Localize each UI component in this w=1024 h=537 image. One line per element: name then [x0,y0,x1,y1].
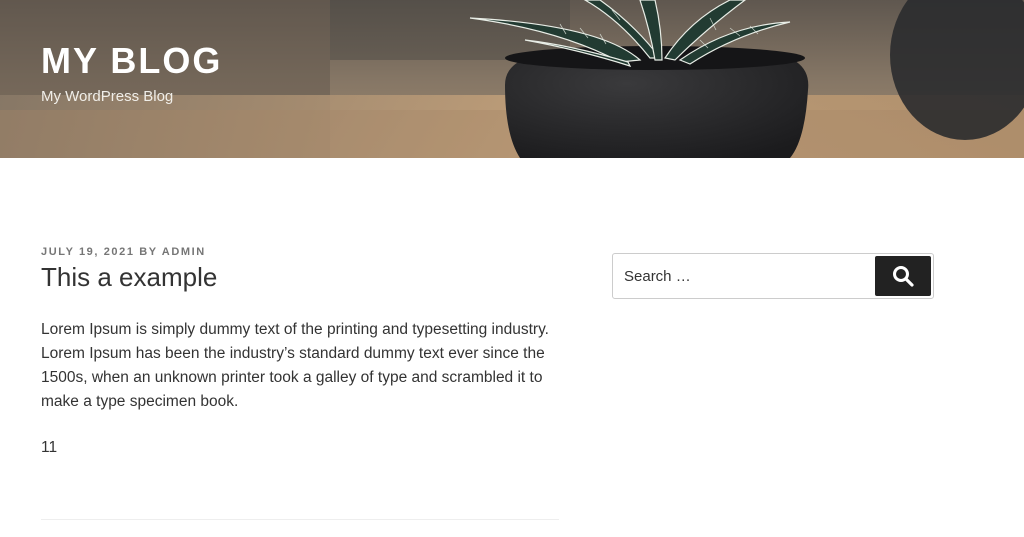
post-extra-paragraph: 11 [41,439,58,457]
post-date-link[interactable]: JULY 19, 2021 [41,246,135,258]
post-author-link[interactable]: ADMIN [162,246,206,258]
post-meta: JULY 19, 2021 BY ADMIN [41,246,559,258]
post-divider [41,519,559,520]
site-description: My WordPress Blog [41,87,174,105]
search-input[interactable] [613,254,884,298]
site-title[interactable]: MY BLOG [41,42,222,80]
post-body-paragraph: Lorem Ipsum is simply dummy text of the … [41,321,549,411]
site-branding: MY BLOG My WordPress Blog [41,42,222,105]
post-title[interactable]: This a example [41,262,559,293]
site-header: MY BLOG My WordPress Blog [0,0,1024,158]
search-widget [612,253,934,299]
main-content: JULY 19, 2021 BY ADMIN This a example Lo… [0,158,1024,537]
search-submit-button[interactable] [875,256,931,296]
post-article: JULY 19, 2021 BY ADMIN This a example Lo… [41,246,559,482]
search-icon [893,266,914,287]
post-meta-by: BY [139,246,162,258]
post-content: Lorem Ipsum is simply dummy text of the … [41,318,559,460]
